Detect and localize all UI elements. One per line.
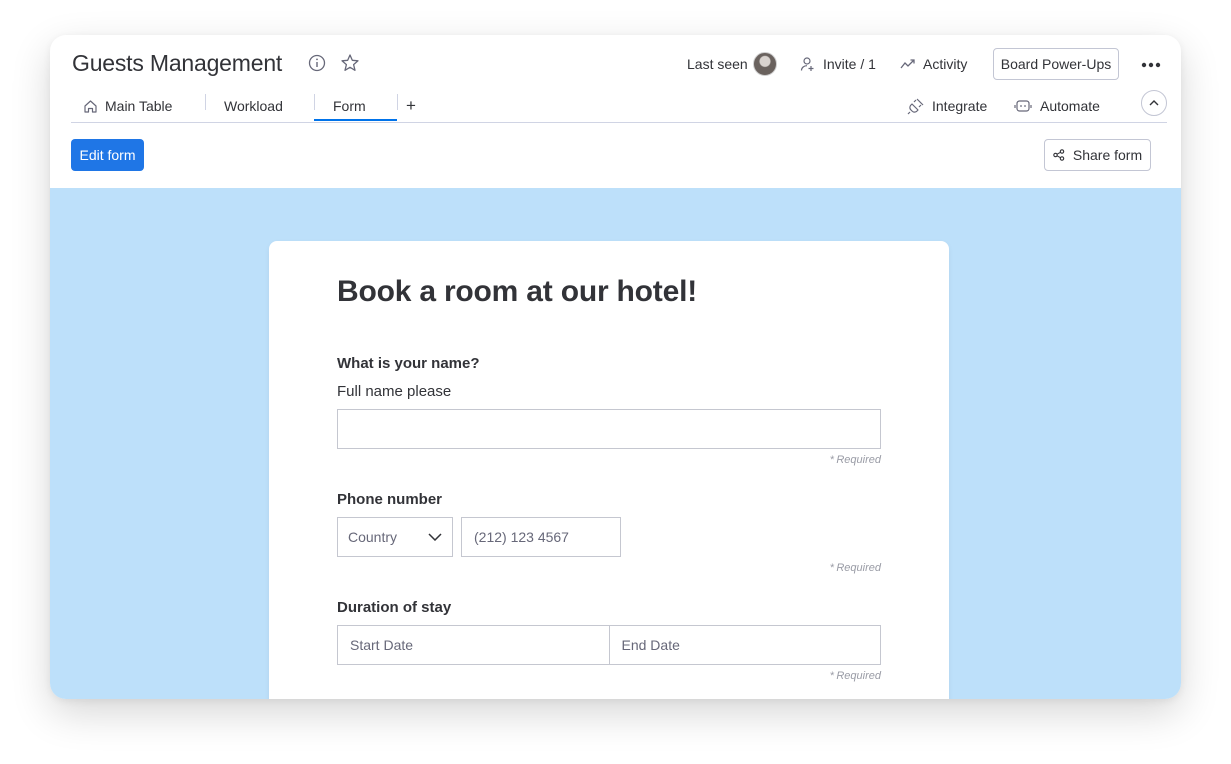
end-date-input[interactable]: End Date [608,626,881,664]
activity-icon [900,59,915,69]
share-form-label: Share form [1072,147,1143,163]
tab-separator [397,94,398,110]
invite-button[interactable]: Invite / 1 [800,48,876,80]
last-seen-label: Last seen [687,56,748,72]
info-icon[interactable] [308,54,326,72]
end-date-placeholder: End Date [621,637,680,653]
form-card: Book a room at our hotel! What is your n… [269,241,949,699]
required-note: * Required [830,562,881,574]
tab-label: Workload [224,98,283,114]
required-note: * Required [830,454,881,466]
tab-separator [314,94,315,110]
asterisk-icon: * [830,670,835,682]
activity-button[interactable]: Activity [900,48,967,80]
question-label-name: What is your name? [337,355,480,372]
integrate-label: Integrate [932,98,988,114]
board-title[interactable]: Guests Management [72,50,282,77]
country-select[interactable]: Country [337,517,453,557]
phone-input-placeholder: (212) 123 4567 [474,529,569,545]
board-power-ups-button[interactable]: Board Power-Ups [993,48,1119,80]
asterisk-icon: * [830,454,835,466]
tab-label: Main Table [105,98,173,114]
home-icon [84,99,97,113]
share-icon [1053,149,1065,161]
invite-label: Invite / 1 [823,56,876,72]
tab-form[interactable]: Form [333,91,366,121]
required-note: * Required [830,670,881,682]
start-date-placeholder: Start Date [350,637,414,653]
required-label: Required [836,670,881,682]
date-range-field: Start Date End Date [337,625,881,665]
app-window: Guests Management Last seen Invite / 1 A… [50,35,1181,699]
plug-icon [907,98,924,114]
country-select-placeholder: Country [348,529,398,545]
phone-input[interactable]: (212) 123 4567 [461,517,621,557]
automate-button[interactable]: Automate [1014,91,1100,121]
form-canvas: Book a room at our hotel! What is your n… [50,188,1181,699]
integrate-button[interactable]: Integrate [907,91,987,121]
activity-label: Activity [923,56,968,72]
header-divider [71,122,1167,123]
asterisk-icon: * [830,562,835,574]
robot-icon [1014,100,1032,112]
question-description-name: Full name please [337,383,452,400]
start-date-input[interactable]: Start Date [338,626,609,664]
question-label-duration: Duration of stay [337,599,452,616]
tab-label: Form [333,98,366,114]
active-tab-indicator [314,119,397,121]
question-label-phone: Phone number [337,491,443,508]
add-view-button[interactable]: + [406,91,416,121]
chevron-down-icon [428,533,442,541]
chevron-up-icon [1149,100,1159,106]
more-options-icon[interactable] [1139,55,1163,75]
name-input[interactable] [337,409,881,449]
required-label: Required [836,562,881,574]
add-person-icon [800,57,814,71]
collapse-header-button[interactable] [1141,90,1167,116]
tab-main-table[interactable]: Main Table [83,91,172,121]
edit-form-button[interactable]: Edit form [71,139,144,171]
avatar[interactable] [752,52,777,76]
form-title: Book a room at our hotel! [337,275,698,308]
star-icon[interactable] [340,53,360,73]
last-seen[interactable]: Last seen [687,48,777,80]
automate-label: Automate [1040,98,1100,114]
share-form-button[interactable]: Share form [1044,139,1151,171]
tab-workload[interactable]: Workload [224,91,283,121]
tab-separator [205,94,206,110]
required-label: Required [836,454,881,466]
